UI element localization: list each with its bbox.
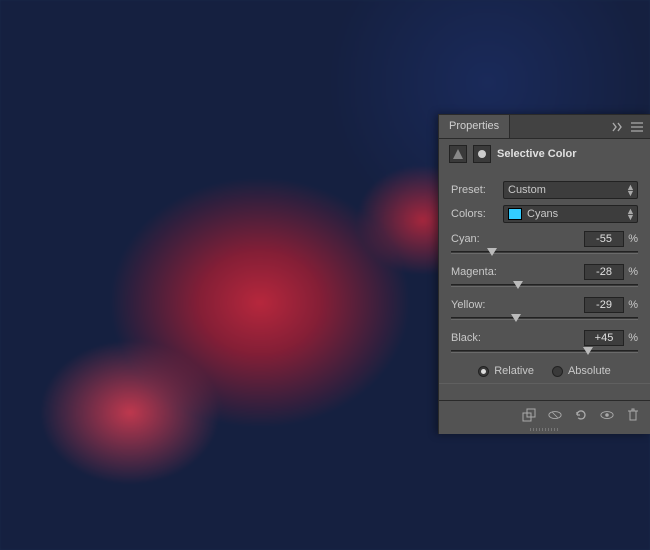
adjustment-title: Selective Color: [497, 148, 576, 160]
colors-dropdown[interactable]: Cyans ▲▼: [503, 205, 638, 223]
mode-radio-group: Relative Absolute: [451, 365, 638, 377]
preset-dropdown[interactable]: Custom ▲▼: [503, 181, 638, 199]
black-slider-thumb[interactable]: [583, 347, 593, 355]
black-unit: %: [624, 332, 638, 344]
magenta-slider-thumb[interactable]: [513, 281, 523, 289]
reset-icon[interactable]: [574, 408, 588, 422]
cyan-slider-thumb[interactable]: [487, 248, 497, 256]
clip-to-layer-icon[interactable]: [522, 408, 536, 422]
cyan-unit: %: [624, 233, 638, 245]
yellow-slider-group: Yellow: -29 %: [451, 297, 638, 320]
black-label: Black:: [451, 332, 584, 344]
cyan-slider-track[interactable]: [451, 251, 638, 254]
yellow-unit: %: [624, 299, 638, 311]
chevron-updown-icon: ▲▼: [626, 184, 634, 196]
layer-mask-icon[interactable]: [473, 145, 491, 163]
yellow-slider-thumb[interactable]: [511, 314, 521, 322]
colors-label: Colors:: [451, 208, 497, 220]
visibility-icon[interactable]: [600, 408, 614, 422]
panel-footer: [439, 400, 650, 428]
expand-icon[interactable]: [610, 120, 624, 134]
absolute-radio[interactable]: Absolute: [552, 365, 611, 377]
yellow-slider-track[interactable]: [451, 317, 638, 320]
cyan-slider-group: Cyan: -55 %: [451, 231, 638, 254]
magenta-value[interactable]: -28: [584, 264, 624, 280]
preset-value: Custom: [508, 184, 546, 196]
adjustment-type-icon[interactable]: [449, 145, 467, 163]
preset-label: Preset:: [451, 184, 497, 196]
delete-icon[interactable]: [626, 408, 640, 422]
color-swatch: [508, 208, 522, 220]
magenta-slider-group: Magenta: -28 %: [451, 264, 638, 287]
chevron-updown-icon: ▲▼: [626, 208, 634, 220]
adjustment-header: Selective Color: [439, 139, 650, 169]
colors-value: Cyans: [527, 208, 558, 220]
relative-label: Relative: [494, 365, 534, 377]
relative-radio[interactable]: Relative: [478, 365, 534, 377]
panel-tab-bar: Properties: [439, 115, 650, 139]
black-value[interactable]: +45: [584, 330, 624, 346]
yellow-value[interactable]: -29: [584, 297, 624, 313]
absolute-label: Absolute: [568, 365, 611, 377]
resize-grip[interactable]: [439, 428, 650, 434]
view-previous-icon[interactable]: [548, 408, 562, 422]
divider: [439, 383, 650, 384]
black-slider-track[interactable]: [451, 350, 638, 353]
yellow-label: Yellow:: [451, 299, 584, 311]
magenta-slider-track[interactable]: [451, 284, 638, 287]
cyan-label: Cyan:: [451, 233, 584, 245]
tab-properties[interactable]: Properties: [439, 115, 510, 138]
radio-dot-icon: [552, 366, 563, 377]
properties-panel: Properties Selective Color Preset: Custo…: [438, 114, 650, 434]
panel-menu-icon[interactable]: [630, 120, 644, 134]
black-slider-group: Black: +45 %: [451, 330, 638, 353]
cyan-value[interactable]: -55: [584, 231, 624, 247]
radio-dot-icon: [478, 366, 489, 377]
magenta-unit: %: [624, 266, 638, 278]
magenta-label: Magenta:: [451, 266, 584, 278]
